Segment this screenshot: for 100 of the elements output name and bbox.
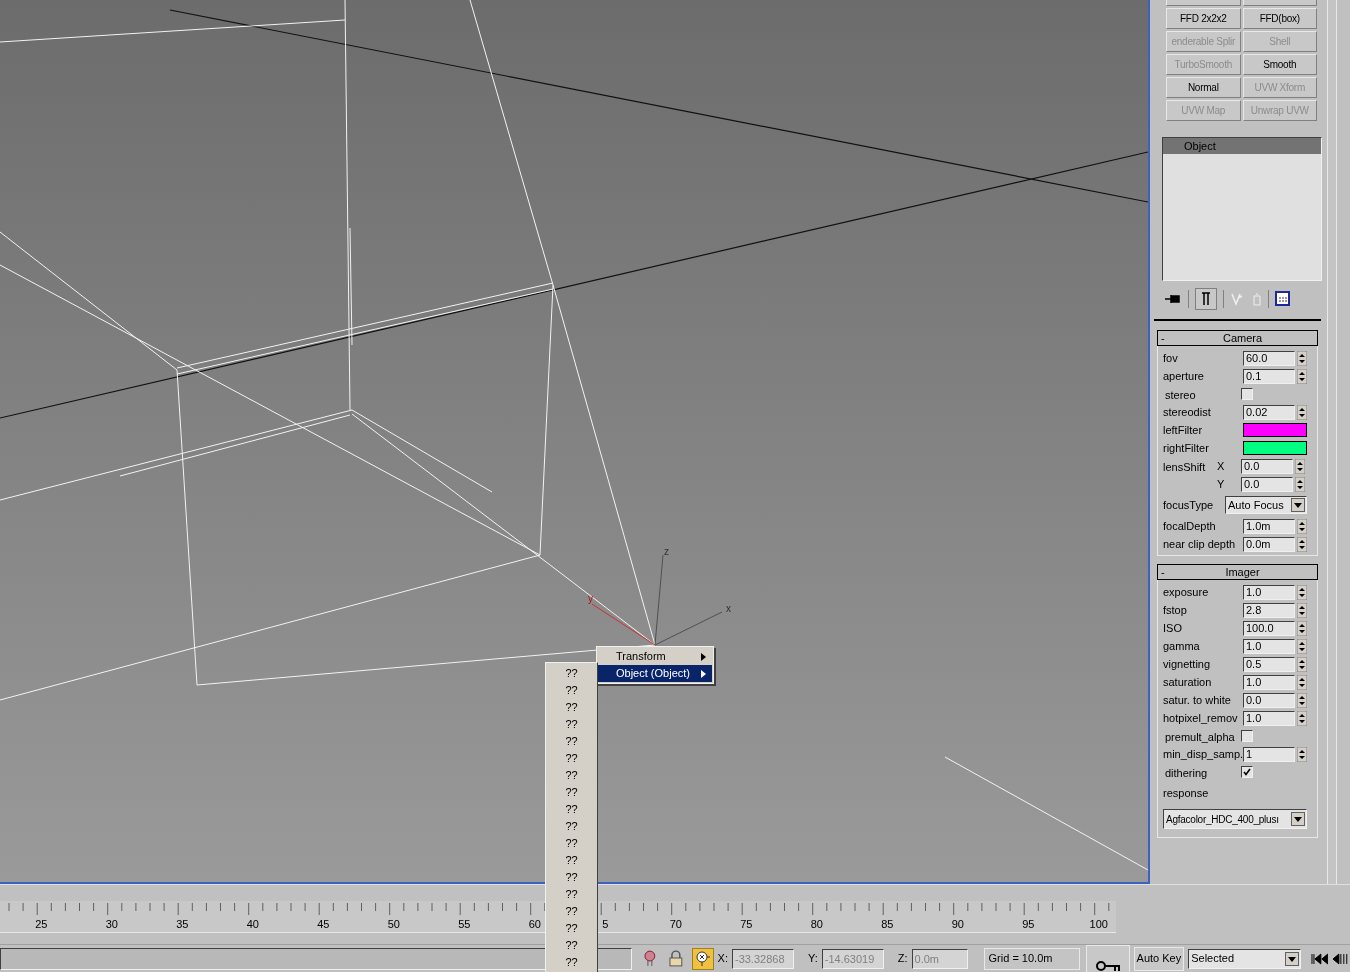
param-label: hotpixel_remov	[1163, 710, 1238, 726]
spinner-arrows-icon[interactable]	[1297, 518, 1307, 534]
caret-down-icon[interactable]	[1284, 951, 1299, 966]
frame-number: 50	[387, 917, 400, 932]
spinner-field[interactable]: 0.0	[1243, 692, 1295, 708]
collapse-toggle[interactable]: -	[1158, 566, 1168, 578]
param-label: leftFilter	[1163, 422, 1203, 438]
modifier-button[interactable]: FFD 2x2x2	[1166, 8, 1241, 29]
frame-number: 45	[317, 917, 330, 932]
menu-item[interactable]: ??	[546, 750, 597, 767]
menu-item[interactable]: ??	[546, 903, 597, 920]
param-label: fstop	[1163, 602, 1187, 618]
menu-item[interactable]: ??	[546, 767, 597, 784]
menu-item[interactable]: ??	[546, 869, 597, 886]
menu-item[interactable]: ??	[546, 886, 597, 903]
collapse-toggle[interactable]: -	[1158, 332, 1168, 344]
auto-key-button[interactable]: Auto Key	[1133, 946, 1185, 971]
param-label: response	[1163, 785, 1209, 801]
axis-label: Y	[1217, 476, 1226, 492]
modifier-button[interactable]: Normal	[1166, 77, 1241, 98]
menu-item[interactable]: Transform	[598, 648, 712, 665]
scrollbar-track[interactable]	[1327, 0, 1337, 884]
color-swatch[interactable]	[1243, 441, 1307, 455]
axis-label: x	[726, 604, 731, 614]
param-label: aperture	[1163, 368, 1204, 384]
spinner-arrows-icon[interactable]	[1297, 602, 1307, 618]
spinner-field[interactable]: 0.0	[1241, 476, 1293, 492]
set-key-button[interactable]	[1086, 944, 1130, 972]
menu-item[interactable]: ??	[546, 716, 597, 733]
spinner-field[interactable]: 1.0m	[1243, 518, 1295, 534]
spinner-arrows-icon[interactable]	[1297, 350, 1307, 366]
spinner-field[interactable]: 0.02	[1243, 404, 1295, 420]
checkbox[interactable]	[1241, 730, 1253, 742]
menu-item[interactable]: ??	[546, 954, 597, 971]
spinner-field[interactable]: 100.0	[1243, 620, 1295, 636]
modifier-button[interactable]: Smooth	[1242, 54, 1317, 75]
spinner-arrows-icon[interactable]	[1297, 692, 1307, 708]
rollout-header[interactable]: - Imager	[1157, 564, 1318, 580]
dropdown[interactable]: Agfacolor_HDC_400_plusı	[1163, 809, 1307, 829]
menu-item[interactable]: ??	[546, 682, 597, 699]
color-swatch[interactable]	[1243, 423, 1307, 437]
lock-icon[interactable]	[668, 949, 684, 968]
spinner-arrows-icon[interactable]	[1297, 620, 1307, 636]
key-filter-dropdown[interactable]: Selected	[1188, 948, 1301, 969]
configure-sets-icon[interactable]	[1275, 291, 1291, 307]
x-label: X:	[717, 951, 728, 967]
menu-item[interactable]: ??	[546, 733, 597, 750]
spinner-field[interactable]: 0.5	[1243, 656, 1295, 672]
caret-down-icon[interactable]	[1291, 812, 1305, 826]
menu-item[interactable]: ??	[546, 835, 597, 852]
spinner-field[interactable]: 2.8	[1243, 602, 1295, 618]
go-to-start-icon[interactable]	[1310, 952, 1329, 965]
spinner-arrows-icon[interactable]	[1297, 674, 1307, 690]
param-label: near clip depth	[1163, 536, 1236, 552]
spinner-arrows-icon[interactable]	[1295, 476, 1305, 492]
spinner-arrows-icon[interactable]	[1295, 458, 1305, 474]
spinner-field[interactable]: 1	[1243, 746, 1296, 762]
menu-item[interactable]: ??	[546, 665, 597, 682]
spinner-field[interactable]: 1.0	[1243, 584, 1295, 600]
spinner-arrows-icon[interactable]	[1297, 536, 1307, 552]
spinner-arrows-icon[interactable]	[1297, 656, 1307, 672]
rollout-header[interactable]: - Camera	[1157, 330, 1318, 346]
stack-item[interactable]: Object	[1163, 138, 1321, 154]
grid-readout: Grid = 10.0m	[983, 947, 1081, 970]
spinner-arrows-icon[interactable]	[1297, 404, 1307, 420]
menu-item[interactable]: ??	[546, 699, 597, 716]
menu-item[interactable]: ??	[546, 852, 597, 869]
spinner-field[interactable]: 1.0	[1243, 710, 1295, 726]
pin-icon[interactable]	[1164, 293, 1182, 305]
menu-item[interactable]: ??	[546, 801, 597, 818]
menu-item[interactable]: Object (Object)	[598, 665, 712, 682]
menu-item[interactable]: ??	[546, 937, 597, 954]
modifier-button[interactable]: FFD(box)	[1242, 8, 1317, 29]
spinner-arrows-icon[interactable]	[1297, 710, 1307, 726]
prompt-field[interactable]	[0, 947, 633, 970]
previous-frame-icon[interactable]	[1332, 952, 1350, 965]
checkbox[interactable]	[1241, 766, 1253, 778]
spinner-arrows-icon[interactable]	[1297, 638, 1307, 654]
param-label: dithering	[1165, 767, 1208, 779]
spinner-field[interactable]: 1.0	[1243, 638, 1295, 654]
spinner-field[interactable]: 0.0	[1241, 458, 1293, 474]
frame-number: 55	[458, 917, 471, 932]
caret-down-icon[interactable]	[1291, 498, 1305, 512]
param-label: ISO	[1163, 620, 1182, 636]
transform-toggle[interactable]	[691, 947, 714, 970]
spinner-field[interactable]: 60.0	[1243, 350, 1295, 366]
checkbox[interactable]	[1241, 388, 1253, 400]
spinner-field[interactable]: 1.0	[1243, 674, 1295, 690]
param-label: vignetting	[1163, 656, 1211, 672]
menu-item[interactable]: ??	[546, 784, 597, 801]
menu-item[interactable]: ??	[546, 818, 597, 835]
spinner-arrows-icon[interactable]	[1297, 746, 1308, 762]
show-end-result-toggle[interactable]	[1195, 288, 1217, 310]
y-label: Y:	[807, 951, 818, 967]
spinner-field[interactable]: 0.1	[1243, 368, 1295, 384]
dropdown[interactable]: Auto Focus	[1225, 496, 1307, 514]
spinner-field[interactable]: 0.0m	[1243, 536, 1295, 552]
modifier-stack-list[interactable]: Object	[1162, 137, 1322, 281]
spinner-arrows-icon[interactable]	[1297, 584, 1307, 600]
spinner-arrows-icon[interactable]	[1297, 368, 1307, 384]
